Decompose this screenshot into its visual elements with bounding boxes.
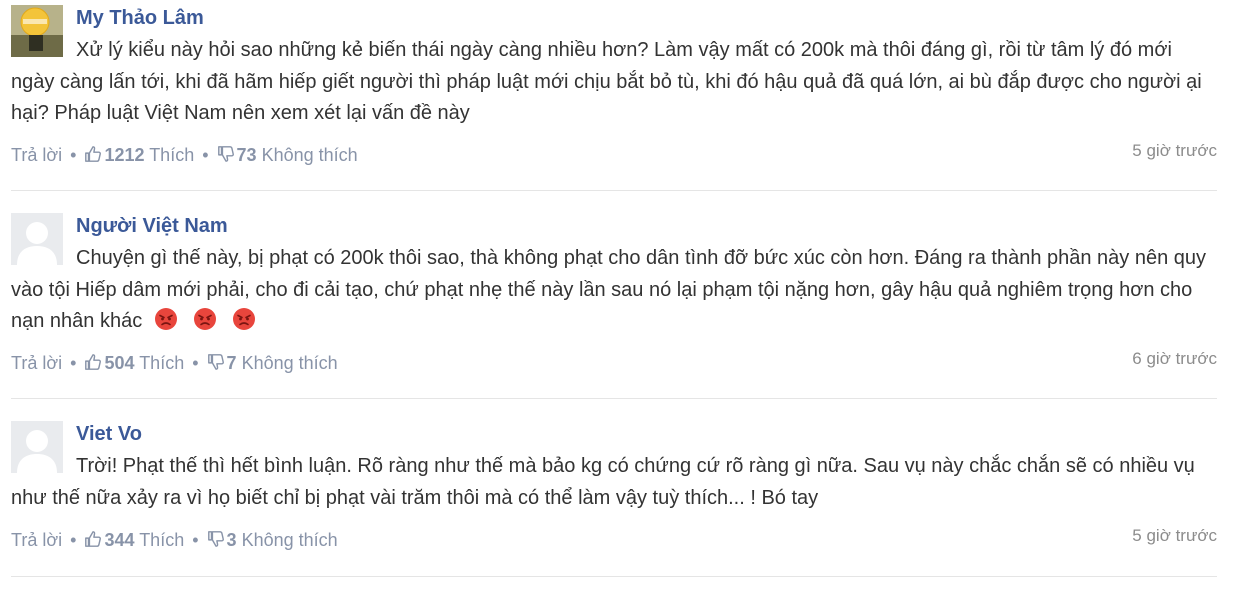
angry-emoji-group bbox=[142, 308, 256, 332]
separator-dot: • bbox=[192, 530, 199, 550]
dislike-label: Không thích bbox=[261, 145, 358, 165]
angry-face-icon bbox=[194, 308, 217, 330]
thumbs-down-icon bbox=[207, 531, 224, 547]
reply-link[interactable]: Trả lời bbox=[11, 353, 62, 373]
like-count: 344 bbox=[104, 530, 135, 550]
dislike-button[interactable]: 73 Không thích bbox=[217, 145, 358, 165]
dislike-count: 7 bbox=[226, 353, 237, 373]
timestamp: 5 giờ trước bbox=[1132, 141, 1217, 160]
like-label: Thích bbox=[139, 353, 185, 373]
like-button[interactable]: 1212 Thích bbox=[84, 145, 194, 165]
angry-face-icon bbox=[233, 308, 256, 330]
divider bbox=[11, 398, 1217, 399]
dislike-count: 73 bbox=[236, 145, 257, 165]
comment-actions: Trả lời • 1212 Thích • 73 Không thích bbox=[11, 143, 358, 167]
like-count: 1212 bbox=[104, 145, 145, 165]
comment-text: Xử lý kiểu này hỏi sao những kẻ biến thá… bbox=[11, 39, 1202, 124]
dislike-label: Không thích bbox=[241, 530, 338, 550]
divider bbox=[11, 576, 1217, 577]
dislike-button[interactable]: 7 Không thích bbox=[207, 353, 338, 373]
dislike-button[interactable]: 3 Không thích bbox=[207, 530, 338, 550]
thumbs-down-icon bbox=[207, 354, 224, 370]
dislike-count: 3 bbox=[226, 530, 237, 550]
thumbs-up-icon bbox=[85, 146, 102, 162]
like-count: 504 bbox=[104, 353, 135, 373]
timestamp: 5 giờ trước bbox=[1132, 526, 1217, 545]
divider bbox=[11, 190, 1217, 191]
comment-text: Trời! Phạt thế thì hết bình luận. Rõ ràn… bbox=[11, 455, 1195, 509]
reply-link[interactable]: Trả lời bbox=[11, 530, 62, 550]
reply-link[interactable]: Trả lời bbox=[11, 145, 62, 165]
like-label: Thích bbox=[139, 530, 185, 550]
thumbs-up-icon bbox=[85, 354, 102, 370]
separator-dot: • bbox=[70, 145, 77, 165]
angry-face-icon bbox=[155, 308, 178, 330]
like-button[interactable]: 504 Thích bbox=[84, 353, 184, 373]
author-name[interactable]: Người Việt Nam bbox=[76, 214, 228, 238]
separator-dot: • bbox=[70, 530, 77, 550]
separator-dot: • bbox=[192, 353, 199, 373]
separator-dot: • bbox=[202, 145, 209, 165]
dislike-label: Không thích bbox=[241, 353, 338, 373]
author-name[interactable]: Viet Vo bbox=[76, 422, 142, 446]
thumbs-up-icon bbox=[85, 531, 102, 547]
author-name[interactable]: My Thảo Lâm bbox=[76, 6, 204, 30]
timestamp: 6 giờ trước bbox=[1132, 349, 1217, 368]
separator-dot: • bbox=[70, 353, 77, 373]
comment-text: Chuyện gì thế này, bị phạt có 200k thôi … bbox=[11, 243, 1217, 338]
comment-actions: Trả lời • 344 Thích • 3 Không thích bbox=[11, 528, 338, 552]
like-label: Thích bbox=[149, 145, 195, 165]
like-button[interactable]: 344 Thích bbox=[84, 530, 184, 550]
thumbs-down-icon bbox=[217, 146, 234, 162]
comment-actions: Trả lời • 504 Thích • 7 Không thích bbox=[11, 351, 338, 375]
